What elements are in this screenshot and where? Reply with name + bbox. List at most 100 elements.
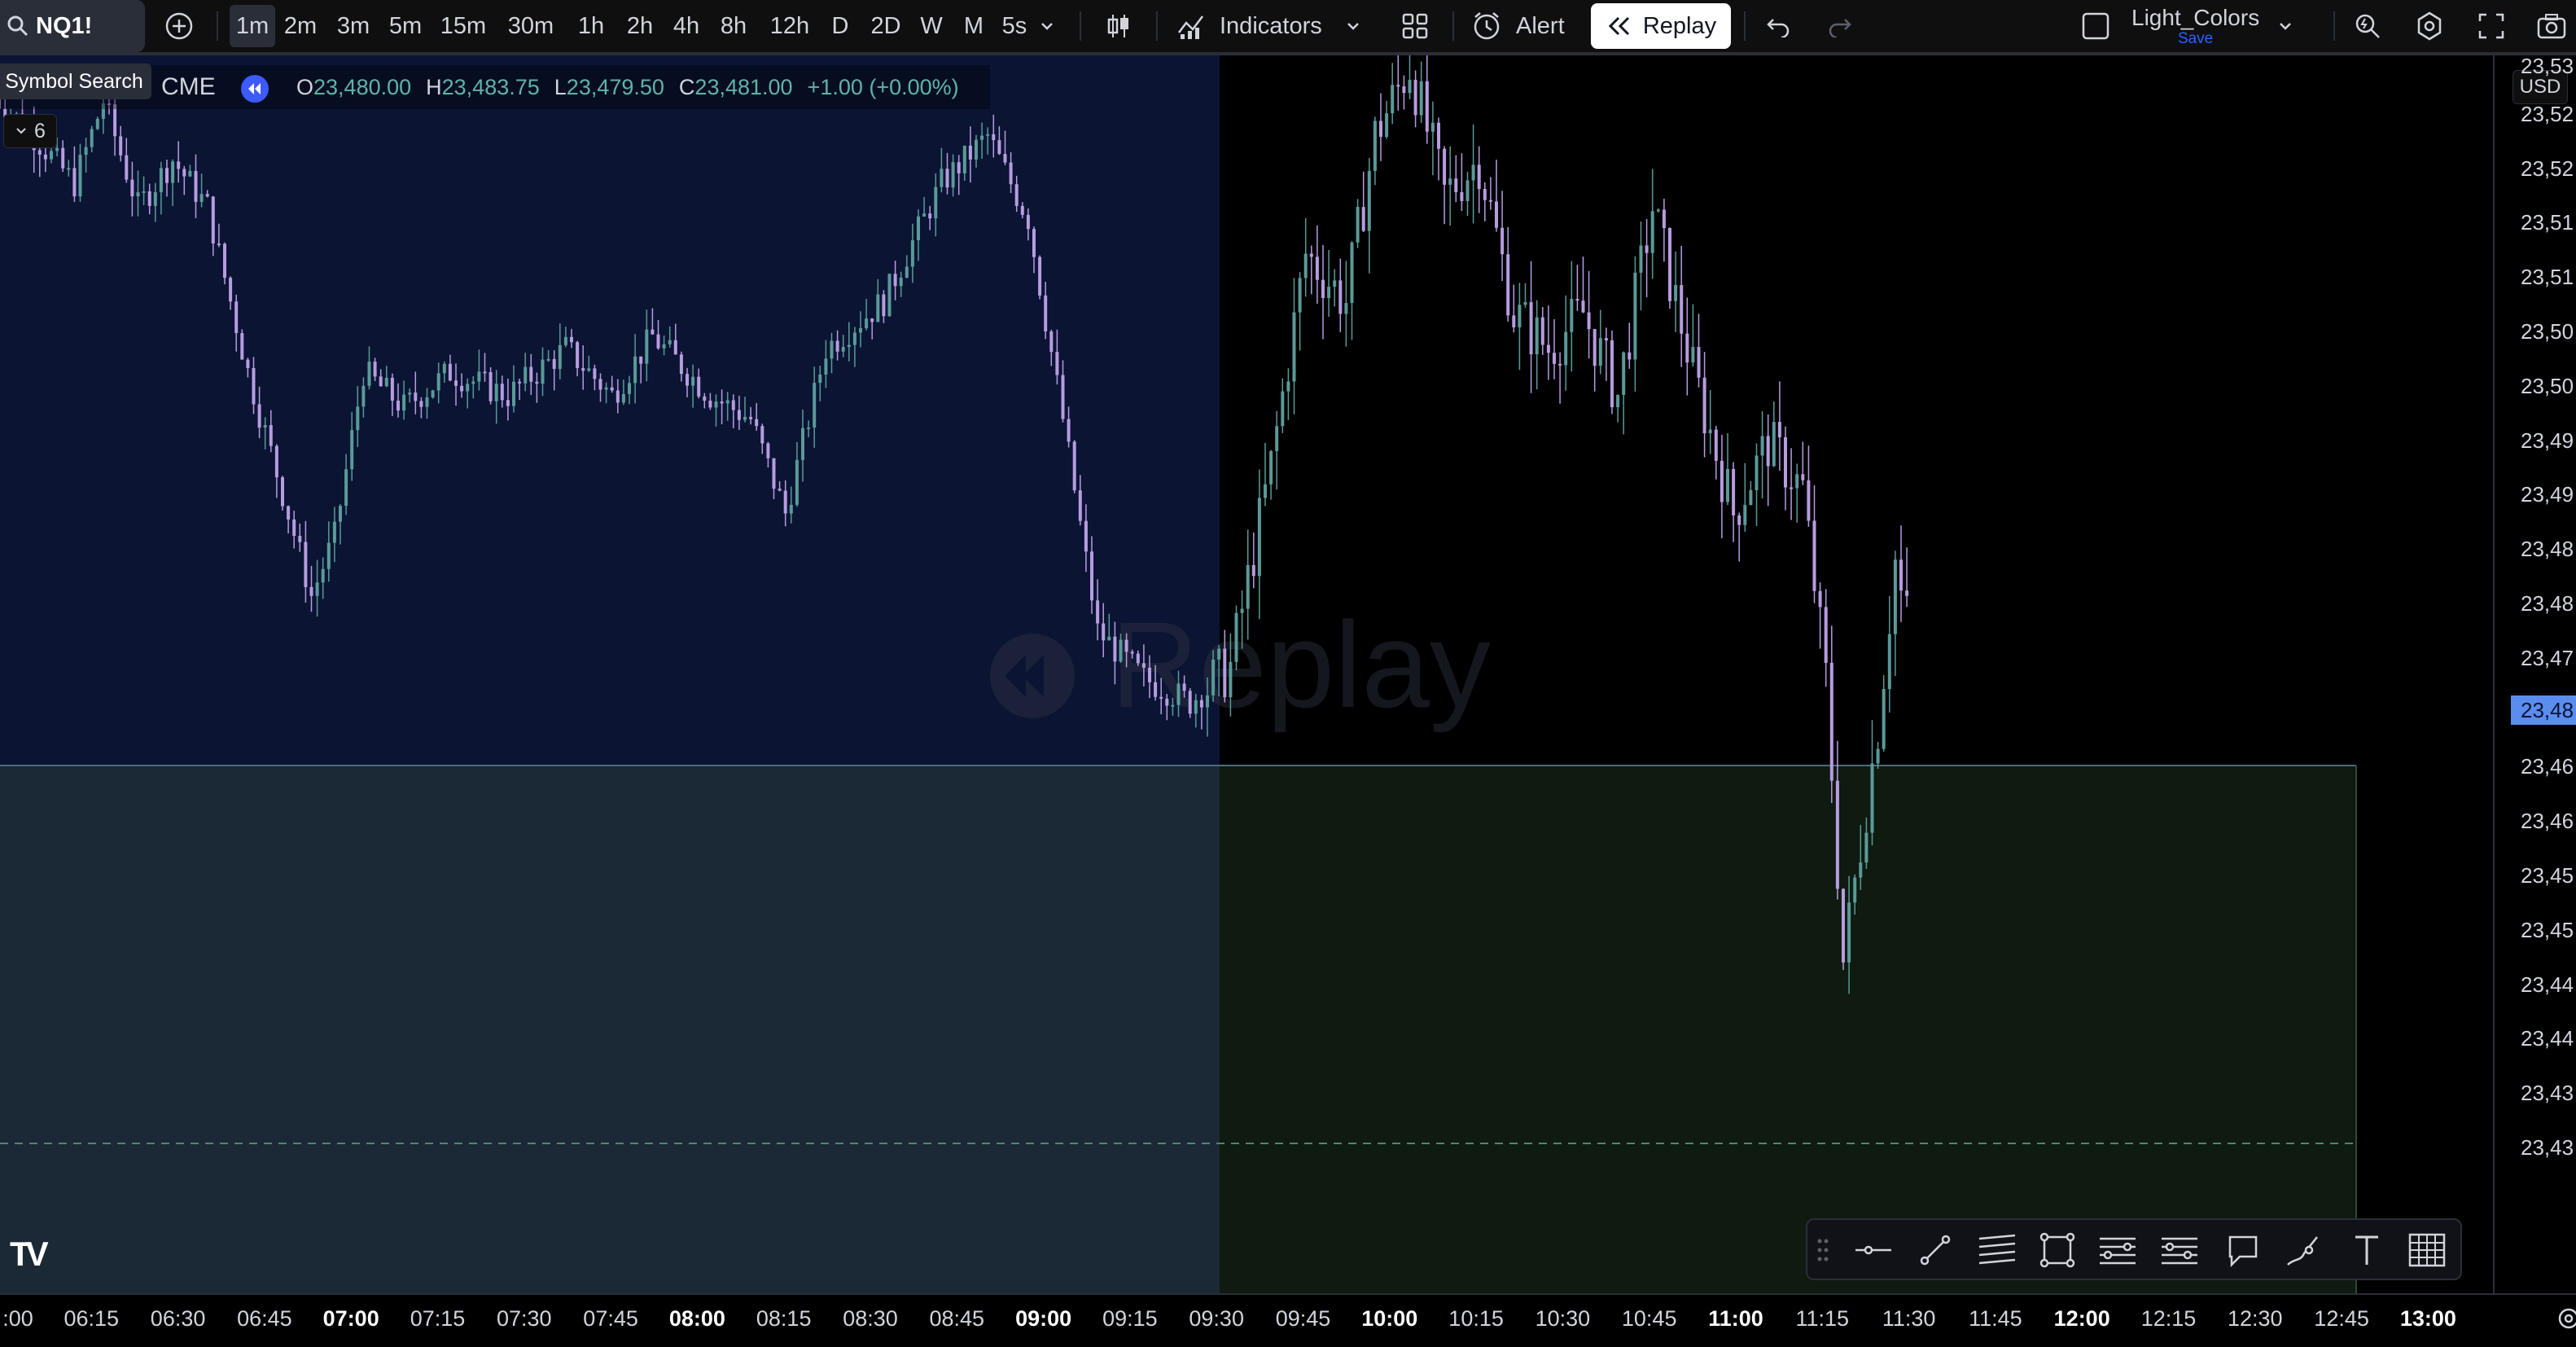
- replay-button[interactable]: Replay: [1591, 3, 1731, 49]
- candle-body: [274, 445, 278, 478]
- trend-line-button[interactable]: [1912, 1226, 1959, 1274]
- quick-search-button[interactable]: [2348, 0, 2387, 52]
- legend-low-label: L: [554, 75, 567, 99]
- undo-button[interactable]: [1759, 0, 1798, 52]
- price-label: 23,44: [2521, 972, 2574, 997]
- candle-body: [691, 376, 695, 386]
- candle-body: [1697, 347, 1701, 378]
- timeframe-5s[interactable]: 5s: [995, 0, 1034, 52]
- candle-body: [130, 179, 134, 197]
- layout-save-label[interactable]: Save: [2178, 31, 2213, 46]
- candle-body: [1506, 254, 1510, 316]
- legend-replay-indicator[interactable]: [241, 75, 269, 103]
- replay-label: Replay: [1642, 12, 1717, 39]
- fullscreen-button[interactable]: [2472, 0, 2511, 52]
- candle-body: [951, 162, 955, 188]
- time-label: 11:15: [1795, 1306, 1850, 1331]
- candle-body: [1119, 639, 1123, 662]
- tradingview-logo[interactable]: TV: [10, 1235, 54, 1273]
- brush-icon: [2285, 1232, 2322, 1268]
- candle-body: [841, 346, 845, 352]
- alert-clock-icon: [1470, 10, 1503, 42]
- time-label: 09:45: [1275, 1306, 1331, 1331]
- text-tool-button[interactable]: [2343, 1226, 2390, 1274]
- timeframe-5m[interactable]: 5m: [383, 0, 428, 52]
- candle-body: [494, 384, 498, 401]
- fib-levels-button[interactable]: [2156, 1226, 2203, 1274]
- add-symbol-button[interactable]: [160, 0, 199, 52]
- timeframe-4h[interactable]: 4h: [664, 0, 708, 52]
- candle-body: [899, 277, 903, 287]
- parallel-channel-button[interactable]: [1974, 1226, 2021, 1274]
- price-label: 23,43: [2521, 1081, 2574, 1106]
- timeframe-dropdown[interactable]: [1032, 0, 1062, 52]
- timeframe-1m[interactable]: 1m: [230, 5, 275, 47]
- candle-body: [1720, 460, 1724, 502]
- candle-body: [177, 161, 181, 169]
- toolbar-separator: [1744, 11, 1746, 41]
- chart-pane[interactable]: Replay TV: [0, 55, 2493, 1293]
- timeframe-label: 15m: [440, 12, 487, 39]
- price-label: 23,46: [2521, 809, 2574, 834]
- candle-body: [789, 504, 793, 514]
- redo-button[interactable]: [1820, 0, 1860, 52]
- candle-body: [714, 401, 718, 408]
- tradingview-logo-mark[interactable]: TV: [10, 1235, 54, 1273]
- chart-style-button[interactable]: [1097, 0, 1140, 52]
- candle-body: [1084, 520, 1088, 552]
- candle-body: [1391, 85, 1395, 114]
- price-label: 23,52: [2521, 101, 2574, 126]
- price-axis[interactable]: USD 23,53 23,52 23,52 23,51 23,51 23,50 23,50 2…: [2493, 55, 2576, 1293]
- candle-body: [1847, 902, 1851, 963]
- fib-retracement-button[interactable]: [2094, 1226, 2141, 1274]
- price-label: 23,52: [2521, 156, 2574, 181]
- alert-button[interactable]: Alert: [1470, 0, 1576, 52]
- layout-menu-button[interactable]: Light_Colors Save: [2081, 0, 2325, 52]
- candle-body: [1842, 888, 1845, 963]
- timeframe-15m[interactable]: 15m: [433, 0, 493, 52]
- rectangle-button[interactable]: [2034, 1226, 2081, 1274]
- timeframe-M[interactable]: M: [954, 0, 993, 52]
- layout-name-block: Light_Colors Save: [2131, 6, 2259, 46]
- candle-body: [1367, 170, 1371, 231]
- candle-body: [1512, 315, 1516, 327]
- timeframe-30m[interactable]: 30m: [498, 0, 563, 52]
- timeframe-D[interactable]: D: [824, 0, 856, 52]
- time-axis[interactable]: :00 06:15 06:30 06:45 07:00 07:15 07:30 07:45 08…: [0, 1293, 2576, 1347]
- drag-handle-button[interactable]: [1811, 1226, 1835, 1274]
- candle-body: [332, 521, 336, 543]
- timeframe-12h[interactable]: 12h: [760, 0, 819, 52]
- candle-body: [1408, 80, 1412, 94]
- symbol-search-button[interactable]: NQ1!: [0, 0, 145, 52]
- redo-icon: [1827, 15, 1853, 37]
- candle-body: [778, 489, 782, 491]
- callout-button[interactable]: [2219, 1226, 2267, 1274]
- drag-handle-icon: [1815, 1236, 1831, 1264]
- brush-button[interactable]: [2280, 1226, 2327, 1274]
- candle-body: [436, 373, 440, 391]
- settings-button[interactable]: [2410, 0, 2449, 52]
- horizontal-ray-button[interactable]: [1850, 1226, 1897, 1274]
- grid-table-button[interactable]: [2403, 1226, 2451, 1274]
- timeframe-2m[interactable]: 2m: [277, 0, 324, 52]
- timeframe-3m[interactable]: 3m: [329, 0, 378, 52]
- templates-button[interactable]: [1394, 0, 1436, 52]
- candle-body: [194, 170, 198, 202]
- timeframe-W[interactable]: W: [912, 0, 951, 52]
- text-tool-icon: [2350, 1232, 2383, 1268]
- candle-body: [546, 358, 550, 361]
- timeframe-1h[interactable]: 1h: [570, 0, 612, 52]
- legend-low-value: 23,479.50: [566, 75, 664, 99]
- indicators-button[interactable]: Indicators: [1176, 0, 1374, 52]
- axis-settings-button[interactable]: [2556, 1306, 2576, 1334]
- candle-body: [801, 428, 804, 460]
- candle-body: [1096, 600, 1100, 624]
- candle-body: [90, 129, 94, 147]
- timeframe-2D[interactable]: 2D: [860, 0, 912, 52]
- candle-body: [125, 155, 129, 180]
- symbol-search-tooltip: Symbol Search: [0, 64, 151, 99]
- timeframe-2h[interactable]: 2h: [619, 0, 661, 52]
- legend-collapse-button[interactable]: 6: [3, 114, 57, 148]
- snapshot-button[interactable]: [2532, 0, 2571, 52]
- timeframe-8h[interactable]: 8h: [712, 0, 756, 52]
